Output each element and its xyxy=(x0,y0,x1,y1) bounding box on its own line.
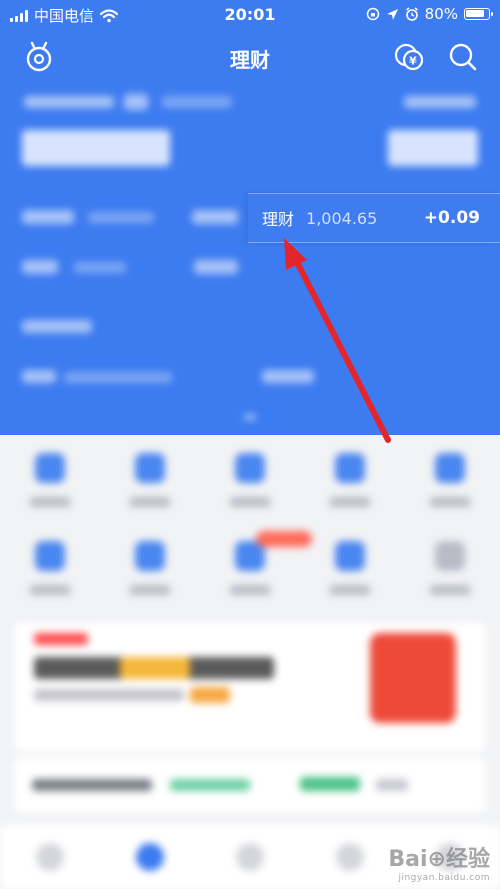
shortcut-icon xyxy=(435,541,465,571)
shortcut-icon xyxy=(435,453,465,483)
blurred-text xyxy=(22,210,74,224)
blurred-text xyxy=(376,779,408,791)
watermark-brand: Bai⊕经验 xyxy=(388,847,490,872)
blurred-text xyxy=(22,370,56,383)
blurred-text xyxy=(22,260,58,274)
shortcut-label xyxy=(230,497,270,507)
shortcut-icon xyxy=(35,541,65,571)
wealth-row-highlight[interactable]: 理财 1,004.65 +0.09 xyxy=(248,193,500,243)
shortcut-icon xyxy=(335,453,365,483)
blurred-text xyxy=(32,779,152,791)
shortcut-icon xyxy=(35,453,65,483)
shortcut-label xyxy=(330,497,370,507)
shortcut-item[interactable] xyxy=(115,523,185,603)
wealth-label: 理财 xyxy=(262,210,295,229)
tab-icon[interactable] xyxy=(236,843,264,871)
blurred-text xyxy=(22,320,92,333)
blurred-asset-summary xyxy=(0,84,500,435)
shortcut-item[interactable] xyxy=(315,523,385,603)
shortcut-item[interactable] xyxy=(415,435,485,515)
blurred-chevron xyxy=(244,414,256,420)
shortcut-label xyxy=(430,585,470,595)
blurred-text xyxy=(404,96,476,108)
blurred-text xyxy=(24,96,114,108)
status-right: 80% xyxy=(366,5,493,23)
tab-icon[interactable] xyxy=(36,843,64,871)
shortcut-icon xyxy=(135,453,165,483)
blurred-total-amount xyxy=(22,130,170,166)
shortcut-icon xyxy=(235,453,265,483)
svg-text:¥: ¥ xyxy=(409,55,417,68)
blurred-subtitle xyxy=(34,689,184,701)
blurred-text xyxy=(194,260,238,274)
shortcut-item[interactable] xyxy=(15,523,85,603)
battery-percent: 80% xyxy=(424,5,458,23)
shortcut-label xyxy=(130,585,170,595)
blurred-button xyxy=(190,687,230,703)
blurred-gift-image xyxy=(370,633,456,723)
shortcut-item[interactable] xyxy=(315,435,385,515)
blurred-eye-icon xyxy=(124,94,148,110)
blurred-tag xyxy=(34,633,88,645)
fund-row[interactable] xyxy=(14,757,486,813)
navbar: 理财 ¥ xyxy=(0,30,500,84)
shortcut-item[interactable] xyxy=(415,523,485,603)
wealth-change: +0.09 xyxy=(423,208,480,228)
blurred-text xyxy=(170,779,250,791)
blurred-total-change xyxy=(388,130,478,166)
shortcut-label xyxy=(430,497,470,507)
blurred-text xyxy=(192,210,238,224)
status-bar: 中国电信 20:01 80% xyxy=(0,0,500,30)
search-icon[interactable] xyxy=(446,40,480,74)
promo-badge xyxy=(256,531,312,547)
shortcut-item[interactable] xyxy=(15,435,85,515)
shortcut-row-2 xyxy=(0,523,500,603)
header-panel: 中国电信 20:01 80% 理财 ¥ 理财 1,004.65 +0.09 xyxy=(0,0,500,435)
shortcut-label xyxy=(330,585,370,595)
wealth-amount: 1,004.65 xyxy=(306,208,378,228)
shortcut-label xyxy=(230,585,270,595)
blurred-text xyxy=(162,96,232,108)
tab-icon[interactable] xyxy=(336,843,364,871)
blurred-text xyxy=(262,370,314,383)
watermark-url: jingyan.baidu.com xyxy=(398,873,490,883)
blurred-content xyxy=(0,435,500,889)
promo-banner[interactable] xyxy=(14,623,486,751)
blurred-highlight xyxy=(120,657,190,679)
shortcut-row-1 xyxy=(0,435,500,515)
shortcut-label xyxy=(130,497,170,507)
alarm-icon xyxy=(405,7,418,21)
shortcut-icon xyxy=(335,541,365,571)
baidu-watermark: Bai⊕经验 jingyan.baidu.com xyxy=(388,841,490,883)
shortcut-item[interactable] xyxy=(215,435,285,515)
battery-icon xyxy=(464,8,493,20)
shortcut-item[interactable] xyxy=(115,435,185,515)
shortcut-label xyxy=(30,585,70,595)
blurred-text xyxy=(74,262,126,273)
shortcut-icon xyxy=(135,541,165,571)
location-icon xyxy=(386,8,398,20)
yuan-coin-icon[interactable]: ¥ xyxy=(392,40,426,74)
blurred-text xyxy=(300,777,360,791)
rotation-lock-icon xyxy=(366,7,379,21)
blurred-text xyxy=(88,212,154,223)
blurred-text xyxy=(64,372,172,383)
shortcut-label xyxy=(30,497,70,507)
tab-icon-active[interactable] xyxy=(136,843,164,871)
